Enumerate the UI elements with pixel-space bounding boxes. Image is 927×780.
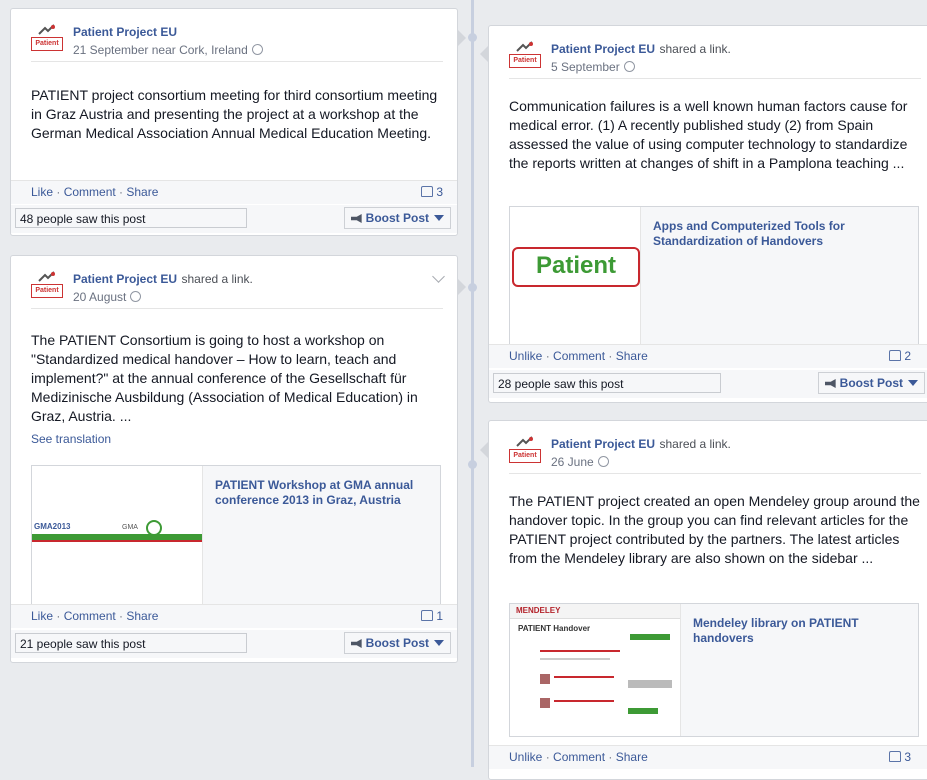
- timeline-post: Patient Patient Project EU shared a link…: [488, 420, 927, 780]
- thumbs-up-icon: [889, 751, 902, 762]
- page-avatar[interactable]: Patient: [31, 23, 65, 57]
- chevron-down-icon: [908, 380, 918, 386]
- chevron-down-icon: [434, 215, 444, 221]
- post-stats: 21 people saw this post Boost Post: [11, 630, 457, 658]
- link-preview[interactable]: MENDELEY PATIENT Handover Mendeley libra…: [509, 603, 919, 737]
- link-thumbnail: MENDELEY PATIENT Handover: [510, 604, 681, 736]
- timeline-post: Patient Patient Project EU shared a link…: [10, 255, 458, 663]
- post-timestamp[interactable]: 5 September: [551, 60, 620, 74]
- megaphone-icon: [824, 379, 836, 388]
- share-link[interactable]: Share: [126, 609, 158, 623]
- link-title[interactable]: Apps and Computerized Tools for Standard…: [641, 207, 918, 249]
- boost-post-button[interactable]: Boost Post: [343, 632, 451, 654]
- comment-link[interactable]: Comment: [553, 750, 605, 764]
- post-actions: Unlike · Comment · Share 3: [489, 745, 927, 769]
- timeline-dot: [468, 460, 477, 469]
- post-header: Patient Patient Project EU shared a link…: [489, 421, 927, 473]
- post-timestamp[interactable]: 26 June: [551, 455, 594, 469]
- post-timestamp[interactable]: 20 August: [73, 290, 126, 304]
- post-actions: Unlike · Comment · Share 2: [489, 344, 927, 368]
- globe-icon: [623, 61, 635, 72]
- post-text: The PATIENT project created an open Mend…: [509, 493, 920, 566]
- patient-logo: Patient: [512, 247, 640, 287]
- timeline-spine: [471, 0, 474, 767]
- timeline-post: Patient Patient Project EU 21 September …: [10, 8, 458, 236]
- link-title[interactable]: Mendeley library on PATIENT handovers: [681, 604, 918, 646]
- globe-icon: [130, 291, 142, 302]
- post-actions: Like · Comment · Share 1: [11, 604, 457, 628]
- like-link[interactable]: Like: [31, 609, 53, 623]
- reach-count: 21 people saw this post: [15, 633, 247, 653]
- page-name-link[interactable]: Patient Project EU: [551, 42, 655, 56]
- post-text: Communication failures is a well known h…: [509, 98, 908, 171]
- globe-icon: [597, 456, 609, 467]
- post-header: Patient Patient Project EU shared a link…: [489, 26, 927, 78]
- link-preview[interactable]: GMA2013 GMA PATIENT Workshop at GMA annu…: [31, 465, 441, 615]
- page-name-link[interactable]: Patient Project EU: [551, 437, 655, 451]
- thumbs-up-icon: [889, 350, 902, 361]
- see-translation-link[interactable]: See translation: [11, 426, 457, 446]
- like-count[interactable]: 3: [421, 181, 443, 203]
- boost-post-button[interactable]: Boost Post: [343, 207, 451, 229]
- link-thumbnail: Patient: [510, 207, 641, 355]
- link-title[interactable]: PATIENT Workshop at GMA annual conferenc…: [203, 466, 440, 508]
- thumbs-up-icon: [421, 186, 434, 197]
- reach-count: 48 people saw this post: [15, 208, 247, 228]
- link-preview[interactable]: Patient Apps and Computerized Tools for …: [509, 206, 919, 356]
- thumbs-up-icon: [421, 610, 434, 621]
- like-link[interactable]: Like: [31, 185, 53, 199]
- timeline-dot: [468, 33, 477, 42]
- post-header: Patient Patient Project EU shared a link…: [11, 256, 457, 308]
- megaphone-icon: [350, 639, 362, 648]
- timeline-post: Patient Patient Project EU shared a link…: [488, 25, 927, 403]
- share-link[interactable]: Share: [616, 349, 648, 363]
- chevron-down-icon: [434, 640, 444, 646]
- post-pointer: [458, 30, 466, 46]
- post-timestamp[interactable]: 21 September near Cork, Ireland: [73, 43, 248, 57]
- post-pointer: [480, 46, 488, 62]
- link-thumbnail: GMA2013 GMA: [32, 466, 203, 614]
- post-pointer: [458, 279, 466, 295]
- page-name-link[interactable]: Patient Project EU: [73, 25, 177, 39]
- page-avatar[interactable]: Patient: [31, 270, 65, 304]
- like-count[interactable]: 1: [421, 605, 443, 627]
- page-avatar[interactable]: Patient: [509, 40, 543, 74]
- post-stats: 28 people saw this post Boost Post: [489, 370, 927, 398]
- page-name-link[interactable]: Patient Project EU: [73, 272, 177, 286]
- share-link[interactable]: Share: [126, 185, 158, 199]
- post-header: Patient Patient Project EU 21 September …: [11, 9, 457, 61]
- like-count[interactable]: 3: [889, 746, 911, 768]
- post-text: The PATIENT Consortium is going to host …: [31, 332, 418, 424]
- comment-link[interactable]: Comment: [64, 185, 116, 199]
- timeline-dot: [468, 283, 477, 292]
- comment-link[interactable]: Comment: [553, 349, 605, 363]
- comment-link[interactable]: Comment: [64, 609, 116, 623]
- globe-icon: [251, 44, 263, 55]
- like-count[interactable]: 2: [889, 345, 911, 367]
- post-actions: Like · Comment · Share 3: [11, 180, 457, 204]
- megaphone-icon: [350, 214, 362, 223]
- unlike-link[interactable]: Unlike: [509, 349, 542, 363]
- boost-post-button[interactable]: Boost Post: [817, 372, 925, 394]
- share-link[interactable]: Share: [616, 750, 648, 764]
- post-stats: 48 people saw this post Boost Post: [11, 205, 457, 233]
- page-avatar[interactable]: Patient: [509, 435, 543, 469]
- reach-count: 28 people saw this post: [493, 373, 721, 393]
- post-pointer: [480, 442, 488, 458]
- post-text: PATIENT project consortium meeting for t…: [31, 87, 438, 141]
- unlike-link[interactable]: Unlike: [509, 750, 542, 764]
